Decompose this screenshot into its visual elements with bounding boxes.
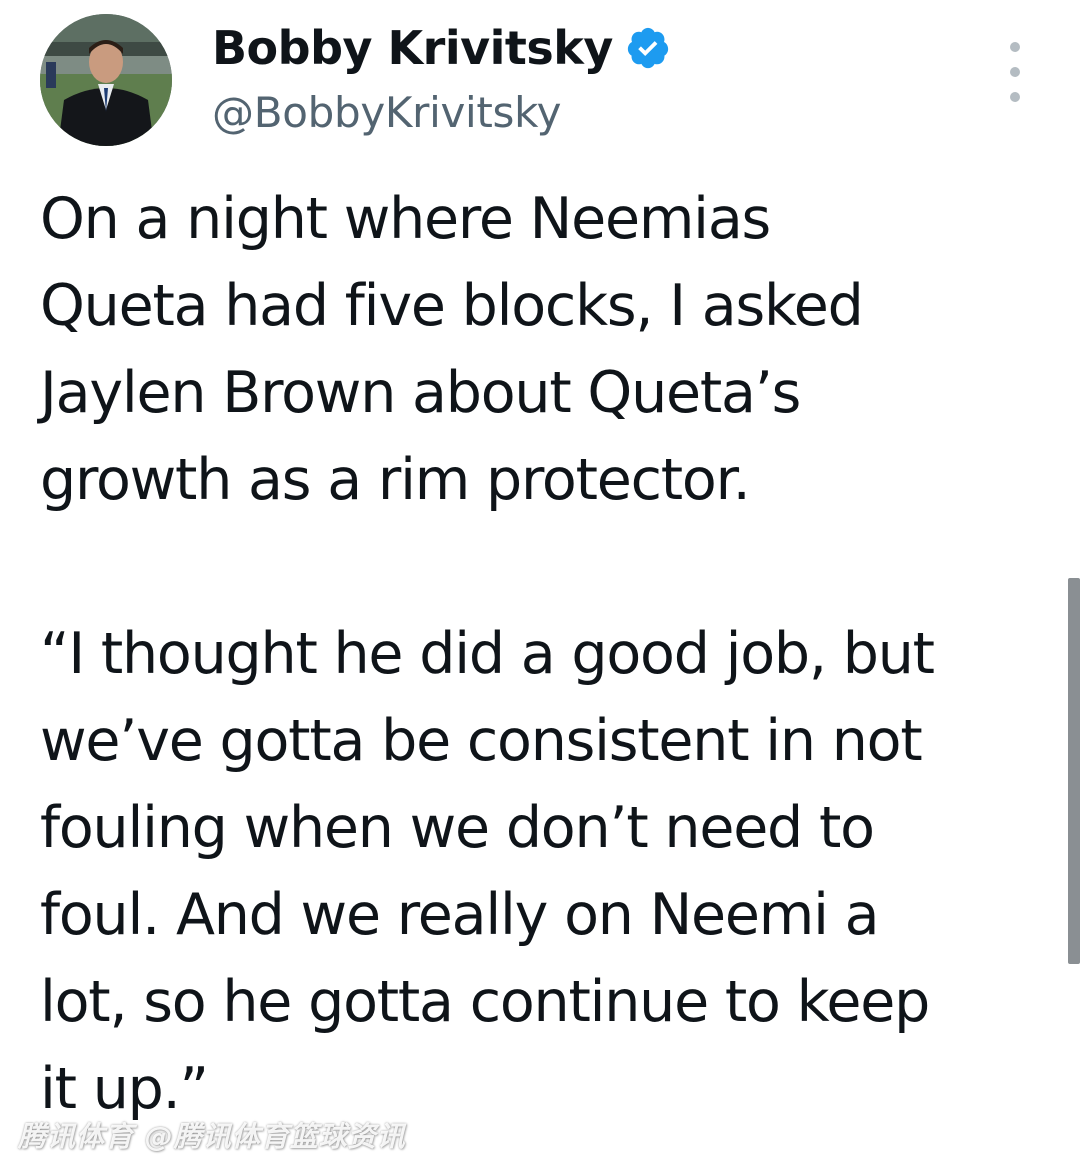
more-dot (1010, 42, 1020, 52)
tweet-quote-paragraph: “I thought he did a good job, but we’ve … (40, 621, 935, 1122)
avatar[interactable] (40, 14, 172, 146)
user-handle[interactable]: @BobbyKrivitsky (212, 88, 562, 137)
tweet-header: Bobby Krivitsky @BobbyKrivitsky (40, 14, 1040, 154)
more-dot (1010, 92, 1020, 102)
more-dot (1010, 67, 1020, 77)
scrollbar[interactable] (1068, 578, 1080, 964)
verified-badge-icon (625, 25, 671, 71)
profile-photo (40, 14, 172, 146)
watermark: 腾讯体育 @腾讯体育篮球资讯 (18, 1120, 406, 1153)
more-options-icon[interactable] (1000, 42, 1030, 102)
tweet-text: On a night where Neemias Queta had five … (40, 176, 1040, 1133)
author-name-row[interactable]: Bobby Krivitsky (212, 16, 671, 80)
tweet-paragraph: On a night where Neemias Queta had five … (40, 186, 864, 513)
display-name[interactable]: Bobby Krivitsky (212, 21, 613, 75)
